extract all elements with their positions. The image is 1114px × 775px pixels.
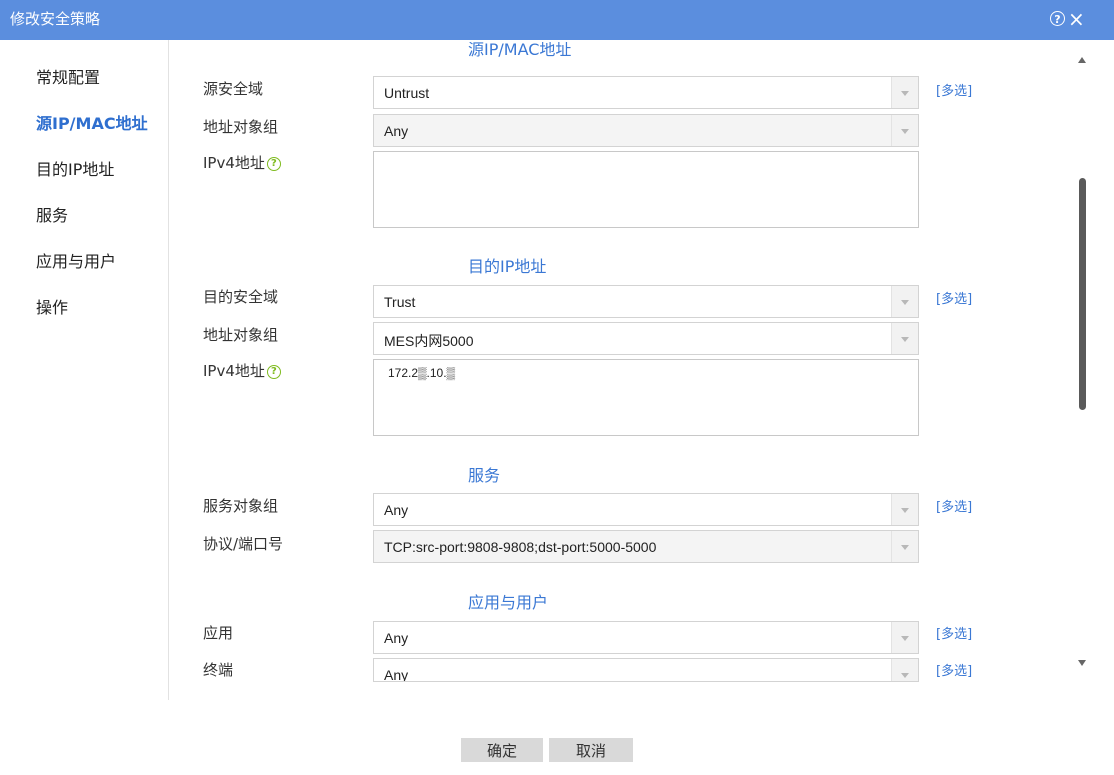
destination-addr-group-select[interactable]: MES内网5000	[373, 322, 919, 355]
source-addr-group-label: 地址对象组	[203, 118, 279, 136]
destination-zone-label: 目的安全域	[203, 288, 279, 306]
destination-addr-group-label: 地址对象组	[203, 326, 279, 344]
application-label: 应用	[203, 624, 234, 642]
destination-addr-group-value: MES内网5000	[384, 333, 474, 349]
service-group-select[interactable]: Any	[373, 493, 919, 526]
terminal-value: Any	[384, 667, 409, 682]
chevron-down-icon[interactable]	[891, 115, 918, 146]
application-value: Any	[384, 630, 409, 646]
destination-ipv4-textarea[interactable]: 172.2▒.10.▒	[373, 359, 919, 436]
nav-item-service[interactable]: 服务	[36, 202, 68, 226]
protocol-port-select[interactable]: TCP:src-port:9808-9808;dst-port:5000-500…	[373, 530, 919, 563]
source-ipv4-textarea[interactable]	[373, 151, 919, 228]
close-icon[interactable]: ×	[1068, 5, 1085, 33]
help-icon[interactable]: ?	[266, 364, 281, 379]
source-zone-multi-select-link[interactable]: [多选]	[936, 80, 972, 99]
terminal-multi-select-link[interactable]: [多选]	[936, 660, 972, 679]
dialog-title: 修改安全策略	[10, 10, 101, 28]
destination-ipv4-value: 172.2▒.10.▒	[388, 366, 456, 380]
source-zone-value: Untrust	[384, 85, 430, 101]
cancel-button[interactable]: 取消	[549, 738, 633, 762]
source-ipv4-label: IPv4地址?	[203, 152, 281, 173]
terminal-select[interactable]: Any	[373, 658, 919, 682]
scroll-up-arrow-icon[interactable]	[1078, 57, 1086, 63]
chevron-down-icon[interactable]	[891, 494, 918, 525]
application-select[interactable]: Any	[373, 621, 919, 654]
chevron-down-icon[interactable]	[891, 77, 918, 108]
application-multi-select-link[interactable]: [多选]	[936, 623, 972, 642]
help-icon[interactable]: ?	[266, 156, 281, 171]
nav-item-action[interactable]: 操作	[36, 294, 68, 318]
service-group-label: 服务对象组	[203, 497, 279, 515]
nav-item-source-ip-mac[interactable]: 源IP/MAC地址	[36, 110, 148, 134]
scrollbar-thumb[interactable]	[1079, 178, 1086, 410]
terminal-label: 终端	[203, 661, 234, 679]
protocol-port-label: 协议/端口号	[203, 535, 284, 553]
service-group-multi-select-link[interactable]: [多选]	[936, 496, 972, 515]
source-addr-group-value: Any	[384, 123, 409, 139]
section-title-app-user: 应用与用户	[468, 593, 549, 612]
source-zone-select[interactable]: Untrust	[373, 76, 919, 109]
help-icon[interactable]: ?	[1050, 11, 1065, 26]
destination-zone-multi-select-link[interactable]: [多选]	[936, 288, 972, 307]
destination-zone-select[interactable]: Trust	[373, 285, 919, 318]
section-title-source: 源IP/MAC地址	[468, 42, 572, 59]
source-zone-label: 源安全域	[203, 80, 264, 98]
nav-item-destination-ip[interactable]: 目的IP地址	[36, 156, 114, 180]
section-title-destination: 目的IP地址	[468, 257, 547, 276]
protocol-port-value: TCP:src-port:9808-9808;dst-port:5000-500…	[384, 539, 657, 555]
nav-item-app-user[interactable]: 应用与用户	[36, 248, 116, 272]
nav-divider	[168, 40, 169, 700]
destination-zone-value: Trust	[384, 294, 416, 310]
chevron-down-icon[interactable]	[891, 659, 918, 681]
chevron-down-icon[interactable]	[891, 323, 918, 354]
ok-button[interactable]: 确定	[461, 738, 543, 762]
chevron-down-icon[interactable]	[891, 622, 918, 653]
scroll-down-arrow-icon[interactable]	[1078, 660, 1086, 666]
section-title-service: 服务	[468, 466, 501, 485]
chevron-down-icon[interactable]	[891, 531, 918, 562]
destination-ipv4-label: IPv4地址?	[203, 360, 281, 381]
dialog-titlebar: 修改安全策略 ? ×	[0, 0, 1114, 40]
chevron-down-icon[interactable]	[891, 286, 918, 317]
source-addr-group-select[interactable]: Any	[373, 114, 919, 147]
service-group-value: Any	[384, 502, 409, 518]
nav-item-general[interactable]: 常规配置	[36, 64, 100, 88]
